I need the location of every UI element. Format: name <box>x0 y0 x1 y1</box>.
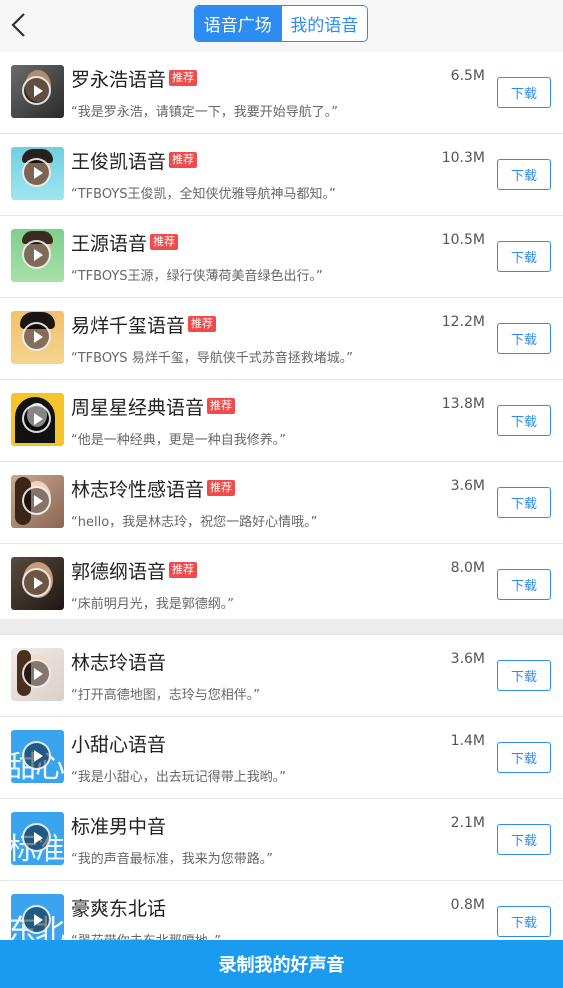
voice-title: 标准男中音 <box>71 815 167 838</box>
voice-avatar <box>11 229 64 282</box>
recommend-badge: 推荐 <box>188 316 217 332</box>
voice-description: “TFBOYS 易烊千玺，导航侠千式苏音拯救堵城。” <box>71 351 353 366</box>
recommend-badge: 推荐 <box>169 152 198 168</box>
voice-description: “我的声音最标准，我来为您带路。” <box>71 852 273 867</box>
play-icon[interactable] <box>22 76 51 105</box>
download-button[interactable]: 下载 <box>497 824 551 855</box>
voice-avatar: 甜心 <box>11 730 64 783</box>
voice-title: 小甜心语音 <box>71 733 167 756</box>
play-icon[interactable] <box>22 486 51 515</box>
voice-item[interactable]: 罗永浩语音 推荐 “我是罗永浩，请镇定一下，我要开始导航了。” 6.5M 下载 <box>0 52 563 134</box>
voice-item[interactable]: 王源语音 推荐 “TFBOYS王源，绿行侠薄荷美音绿色出行。” 10.5M 下载 <box>0 216 563 298</box>
voice-description: “床前明月光，我是郭德纲。” <box>71 597 234 612</box>
voice-description: “我是罗永浩，请镇定一下，我要开始导航了。” <box>71 105 338 120</box>
play-icon[interactable] <box>22 158 51 187</box>
voice-item[interactable]: 郭德纲语音 推荐 “床前明月光，我是郭德纲。” 8.0M 下载 <box>0 544 563 626</box>
download-button[interactable]: 下载 <box>497 405 551 436</box>
back-arrow-icon[interactable] <box>4 8 38 42</box>
download-button[interactable]: 下载 <box>497 660 551 691</box>
play-icon[interactable] <box>22 741 51 770</box>
voice-title: 林志玲语音 <box>71 651 167 674</box>
voice-title: 林志玲性感语音 <box>71 478 205 501</box>
voice-title: 王俊凯语音 <box>71 150 167 173</box>
download-button[interactable]: 下载 <box>497 159 551 190</box>
voice-avatar <box>11 393 64 446</box>
voice-item[interactable]: 易烊千玺语音 推荐 “TFBOYS 易烊千玺，导航侠千式苏音拯救堵城。” 12.2… <box>0 298 563 380</box>
voice-avatar <box>11 147 64 200</box>
download-button[interactable]: 下载 <box>497 569 551 600</box>
download-button[interactable]: 下载 <box>497 77 551 108</box>
voice-title: 易烊千玺语音 <box>71 314 186 337</box>
play-icon[interactable] <box>22 905 51 934</box>
file-size: 12.2M <box>441 314 485 330</box>
voice-title: 郭德纲语音 <box>71 560 167 583</box>
voice-avatar <box>11 311 64 364</box>
tab-my-voices[interactable]: 我的语音 <box>280 6 368 41</box>
download-button[interactable]: 下载 <box>497 487 551 518</box>
play-icon[interactable] <box>22 659 51 688</box>
play-icon[interactable] <box>22 240 51 269</box>
voice-avatar <box>11 65 64 118</box>
voice-description: “我是小甜心，出去玩记得带上我哟。” <box>71 770 286 785</box>
recommend-badge: 推荐 <box>150 234 179 250</box>
play-icon[interactable] <box>22 404 51 433</box>
voice-item[interactable]: 甜心 小甜心语音 “我是小甜心，出去玩记得带上我哟。” 1.4M 下载 <box>0 717 563 799</box>
other-voice-list: 林志玲语音 “打开高德地图，志玲与您相伴。” 3.6M 下载 甜心 小甜心语音 … <box>0 635 563 963</box>
voice-description: “他是一种经典，更是一种自我修养。” <box>71 433 286 448</box>
play-icon[interactable] <box>22 568 51 597</box>
voice-avatar <box>11 475 64 528</box>
file-size: 0.8M <box>450 897 485 913</box>
voice-item[interactable]: 林志玲性感语音 推荐 “hello，我是林志玲，祝您一路好心情哦。” 3.6M 下… <box>0 462 563 544</box>
tab-voice-square[interactable]: 语音广场 <box>195 6 281 41</box>
voice-avatar: 标准 <box>11 812 64 865</box>
voice-description: “hello，我是林志玲，祝您一路好心情哦。” <box>71 515 318 530</box>
file-size: 10.5M <box>441 232 485 248</box>
file-size: 8.0M <box>450 560 485 576</box>
voice-description: “TFBOYS王源，绿行侠薄荷美音绿色出行。” <box>71 269 323 284</box>
download-button[interactable]: 下载 <box>497 906 551 937</box>
file-size: 13.8M <box>441 396 485 412</box>
voice-item[interactable]: 林志玲语音 “打开高德地图，志玲与您相伴。” 3.6M 下载 <box>0 635 563 717</box>
section-divider <box>0 619 563 635</box>
voice-description: “打开高德地图，志玲与您相伴。” <box>71 688 260 703</box>
voice-title: 周星星经典语音 <box>71 396 205 419</box>
file-size: 2.1M <box>450 815 485 831</box>
voice-item[interactable]: 标准 标准男中音 “我的声音最标准，我来为您带路。” 2.1M 下载 <box>0 799 563 881</box>
top-bar: 语音广场 我的语音 <box>0 0 563 53</box>
voice-title: 罗永浩语音 <box>71 68 167 91</box>
file-size: 1.4M <box>450 733 485 749</box>
download-button[interactable]: 下载 <box>497 742 551 773</box>
recommend-badge: 推荐 <box>207 398 236 414</box>
file-size: 3.6M <box>450 478 485 494</box>
voice-tab-switcher: 语音广场 我的语音 <box>194 5 368 42</box>
download-button[interactable]: 下载 <box>497 323 551 354</box>
voice-title: 豪爽东北话 <box>71 897 167 920</box>
download-button[interactable]: 下载 <box>497 241 551 272</box>
voice-description: “TFBOYS王俊凯，全知侠优雅导航神马都知。” <box>71 187 336 202</box>
file-size: 3.6M <box>450 651 485 667</box>
voice-item[interactable]: 王俊凯语音 推荐 “TFBOYS王俊凯，全知侠优雅导航神马都知。” 10.3M 下… <box>0 134 563 216</box>
play-icon[interactable] <box>22 823 51 852</box>
recommend-badge: 推荐 <box>207 480 236 496</box>
file-size: 10.3M <box>441 150 485 166</box>
play-icon[interactable] <box>22 322 51 351</box>
recommend-badge: 推荐 <box>169 562 198 578</box>
voice-avatar <box>11 648 64 701</box>
recommend-badge: 推荐 <box>169 70 198 86</box>
voice-item[interactable]: 周星星经典语音 推荐 “他是一种经典，更是一种自我修养。” 13.8M 下载 <box>0 380 563 462</box>
record-my-voice-button[interactable]: 录制我的好声音 <box>0 940 563 988</box>
recommended-voice-list: 罗永浩语音 推荐 “我是罗永浩，请镇定一下，我要开始导航了。” 6.5M 下载 王… <box>0 52 563 626</box>
voice-avatar <box>11 557 64 610</box>
file-size: 6.5M <box>450 68 485 84</box>
voice-title: 王源语音 <box>71 232 148 255</box>
